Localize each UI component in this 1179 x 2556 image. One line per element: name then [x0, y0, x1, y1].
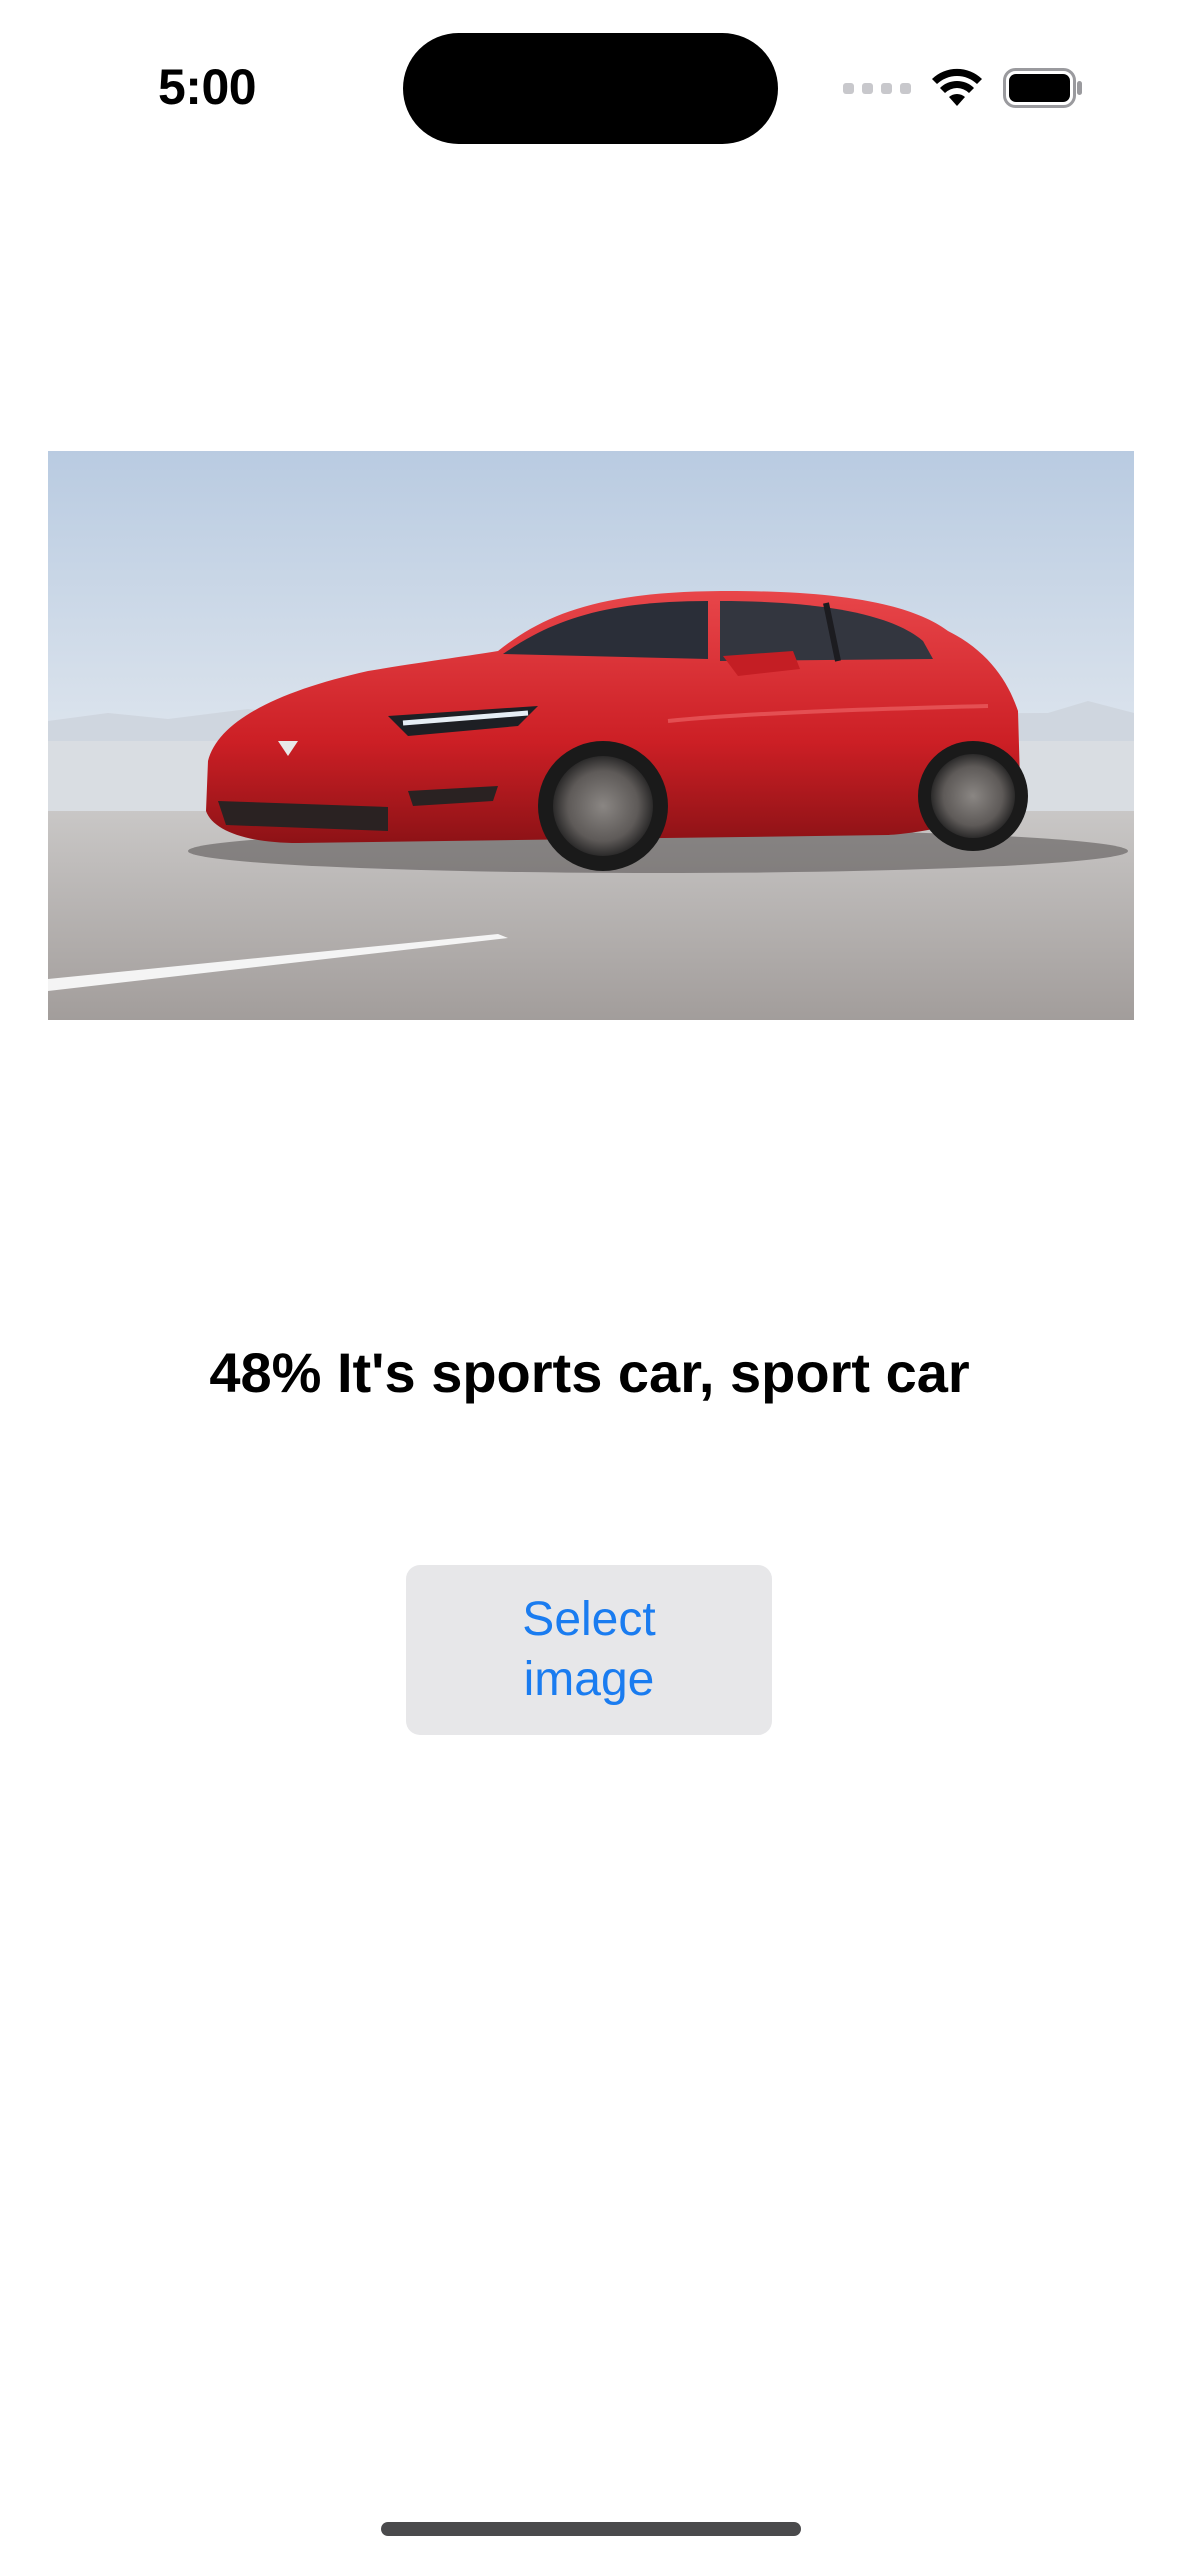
dynamic-island [403, 33, 778, 144]
status-icons [843, 66, 1083, 110]
prediction-label: 48% It's sports car, sport car [209, 1341, 970, 1404]
select-image-button[interactable]: Select image [406, 1565, 772, 1735]
home-indicator[interactable] [381, 2522, 801, 2536]
select-image-label: Select image [522, 1593, 656, 1706]
car-photo [48, 451, 1134, 1020]
status-time: 5:00 [158, 59, 257, 115]
cellular-signal-icon [843, 82, 911, 94]
wifi-icon [932, 68, 982, 106]
battery-icon [1003, 68, 1082, 108]
app-screen: 5:00 48% It's sports car, sport car Sele… [0, 0, 1179, 2556]
